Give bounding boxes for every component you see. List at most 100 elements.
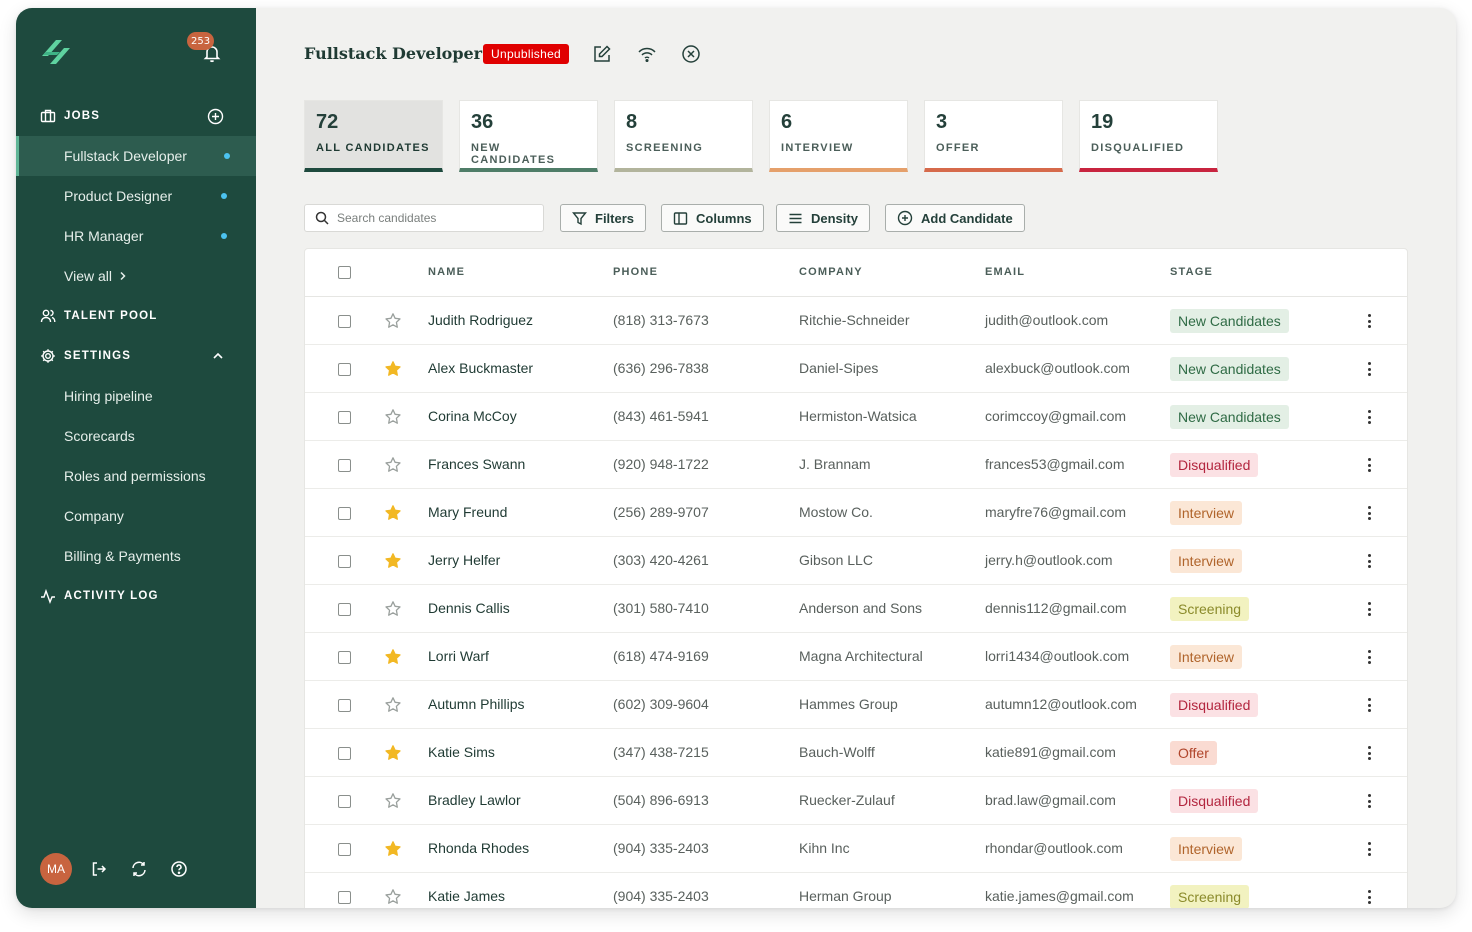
table-row[interactable]: Autumn Phillips (602) 309-9604 Hammes Gr…: [305, 681, 1407, 729]
density-button[interactable]: Density: [776, 204, 870, 232]
talent-pool-nav[interactable]: TALENT POOL: [40, 306, 157, 326]
candidate-name[interactable]: Jerry Helfer: [428, 552, 500, 568]
table-row[interactable]: Alex Buckmaster (636) 296-7838 Daniel-Si…: [305, 345, 1407, 393]
table-row[interactable]: Rhonda Rhodes (904) 335-2403 Kihn Inc rh…: [305, 825, 1407, 873]
close-circle-icon[interactable]: [679, 42, 703, 66]
settings-section-header[interactable]: SETTINGS: [40, 346, 232, 366]
more-options-icon[interactable]: [1365, 552, 1373, 570]
sidebar-item-view-all[interactable]: View all: [16, 256, 256, 296]
more-options-icon[interactable]: [1365, 456, 1373, 474]
table-row[interactable]: Katie Sims (347) 438-7215 Bauch-Wolff ka…: [305, 729, 1407, 777]
more-options-icon[interactable]: [1365, 408, 1373, 426]
stage-tab-offer[interactable]: 3 OFFER: [924, 100, 1063, 172]
star-icon[interactable]: [384, 792, 402, 810]
table-row[interactable]: Dennis Callis (301) 580-7410 Anderson an…: [305, 585, 1407, 633]
jobs-section-header[interactable]: JOBS: [40, 106, 232, 126]
candidate-name[interactable]: Autumn Phillips: [428, 696, 525, 712]
sidebar-item-hr-manager[interactable]: HR Manager: [16, 216, 256, 256]
sidebar-item-company[interactable]: Company: [16, 496, 256, 536]
table-row[interactable]: Katie James (904) 335-2403 Herman Group …: [305, 873, 1407, 908]
more-options-icon[interactable]: [1365, 840, 1373, 858]
stage-tab-screening[interactable]: 8 SCREENING: [614, 100, 753, 172]
row-checkbox[interactable]: [338, 411, 351, 424]
candidate-name[interactable]: Katie Sims: [428, 744, 495, 760]
edit-icon[interactable]: [590, 42, 614, 66]
more-options-icon[interactable]: [1365, 600, 1373, 618]
row-checkbox[interactable]: [338, 795, 351, 808]
wifi-broadcast-icon[interactable]: [635, 42, 659, 66]
app-logo[interactable]: [38, 34, 74, 70]
star-icon[interactable]: [384, 888, 402, 906]
row-checkbox[interactable]: [338, 603, 351, 616]
candidate-name[interactable]: Alex Buckmaster: [428, 360, 533, 376]
row-checkbox[interactable]: [338, 843, 351, 856]
star-icon[interactable]: [384, 744, 402, 762]
table-row[interactable]: Frances Swann (920) 948-1722 J. Brannam …: [305, 441, 1407, 489]
star-icon[interactable]: [384, 360, 402, 378]
table-row[interactable]: Bradley Lawlor (504) 896-6913 Ruecker-Zu…: [305, 777, 1407, 825]
star-icon[interactable]: [384, 840, 402, 858]
stage-tab-interview[interactable]: 6 INTERVIEW: [769, 100, 908, 172]
star-icon[interactable]: [384, 648, 402, 666]
sidebar-item-hiring-pipeline[interactable]: Hiring pipeline: [16, 376, 256, 416]
table-row[interactable]: Mary Freund (256) 289-9707 Mostow Co. ma…: [305, 489, 1407, 537]
search-input[interactable]: [337, 211, 527, 225]
row-checkbox[interactable]: [338, 363, 351, 376]
star-icon[interactable]: [384, 408, 402, 426]
table-row[interactable]: Lorri Warf (618) 474-9169 Magna Architec…: [305, 633, 1407, 681]
stage-tab-disqualified[interactable]: 19 DISQUALIFIED: [1079, 100, 1218, 172]
more-options-icon[interactable]: [1365, 312, 1373, 330]
row-checkbox[interactable]: [338, 699, 351, 712]
row-checkbox[interactable]: [338, 891, 351, 904]
columns-button[interactable]: Columns: [661, 204, 764, 232]
avatar[interactable]: MA: [40, 853, 72, 885]
row-checkbox[interactable]: [338, 651, 351, 664]
more-options-icon[interactable]: [1365, 360, 1373, 378]
candidate-name[interactable]: Dennis Callis: [428, 600, 510, 616]
candidate-name[interactable]: Frances Swann: [428, 456, 525, 472]
star-icon[interactable]: [384, 456, 402, 474]
candidate-name[interactable]: Rhonda Rhodes: [428, 840, 529, 856]
star-icon[interactable]: [384, 600, 402, 618]
star-icon[interactable]: [384, 552, 402, 570]
row-checkbox[interactable]: [338, 747, 351, 760]
search-box[interactable]: [304, 204, 544, 232]
stage-tab-all-candidates[interactable]: 72 ALL CANDIDATES: [304, 100, 443, 172]
more-options-icon[interactable]: [1365, 888, 1373, 906]
column-header-stage[interactable]: STAGE: [1170, 266, 1213, 278]
select-all-checkbox[interactable]: [338, 266, 351, 279]
column-header-phone[interactable]: PHONE: [613, 266, 658, 278]
sidebar-item-product-designer[interactable]: Product Designer: [16, 176, 256, 216]
table-row[interactable]: Judith Rodriguez (818) 313-7673 Ritchie-…: [305, 297, 1407, 345]
sidebar-item-roles-permissions[interactable]: Roles and permissions: [16, 456, 256, 496]
sidebar-item-fullstack-developer[interactable]: Fullstack Developer: [16, 136, 256, 176]
table-row[interactable]: Jerry Helfer (303) 420-4261 Gibson LLC j…: [305, 537, 1407, 585]
star-icon[interactable]: [384, 312, 402, 330]
stage-tab-new-candidates[interactable]: 36 NEW CANDIDATES: [459, 100, 598, 172]
candidate-name[interactable]: Katie James: [428, 888, 505, 904]
sidebar-item-billing-payments[interactable]: Billing & Payments: [16, 536, 256, 576]
row-checkbox[interactable]: [338, 507, 351, 520]
candidate-name[interactable]: Judith Rodriguez: [428, 312, 533, 328]
column-header-company[interactable]: COMPANY: [799, 266, 863, 278]
sidebar-item-scorecards[interactable]: Scorecards: [16, 416, 256, 456]
star-icon[interactable]: [384, 696, 402, 714]
filters-button[interactable]: Filters: [560, 204, 647, 232]
more-options-icon[interactable]: [1365, 696, 1373, 714]
column-header-name[interactable]: NAME: [428, 266, 465, 278]
column-header-email[interactable]: EMAIL: [985, 266, 1025, 278]
row-checkbox[interactable]: [338, 459, 351, 472]
logout-icon[interactable]: [86, 856, 112, 882]
add-job-icon[interactable]: [207, 106, 232, 126]
candidate-name[interactable]: Lorri Warf: [428, 648, 489, 664]
row-checkbox[interactable]: [338, 315, 351, 328]
more-options-icon[interactable]: [1365, 792, 1373, 810]
row-checkbox[interactable]: [338, 555, 351, 568]
chevron-up-icon[interactable]: [212, 346, 232, 366]
help-icon[interactable]: [166, 856, 192, 882]
star-icon[interactable]: [384, 504, 402, 522]
candidate-name[interactable]: Mary Freund: [428, 504, 507, 520]
more-options-icon[interactable]: [1365, 648, 1373, 666]
candidate-name[interactable]: Corina McCoy: [428, 408, 517, 424]
more-options-icon[interactable]: [1365, 504, 1373, 522]
